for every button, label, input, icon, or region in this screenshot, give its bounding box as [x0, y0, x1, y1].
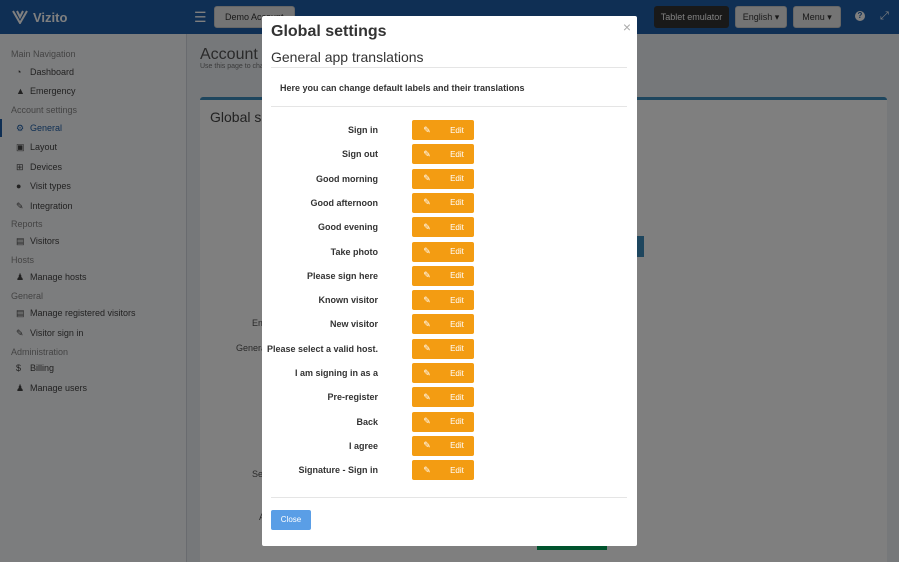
close-icon[interactable]: × — [623, 19, 631, 35]
translation-row: Sign out ✎ Edit — [262, 144, 637, 165]
edit-label: Edit — [450, 222, 464, 232]
translation-row: Known visitor ✎ Edit — [262, 290, 637, 311]
edit-icon: ✎ — [423, 221, 431, 232]
edit-icon: ✎ — [423, 270, 431, 281]
edit-icon: ✎ — [423, 197, 431, 208]
edit-label: Edit — [450, 125, 464, 135]
edit-icon: ✎ — [423, 343, 431, 354]
translation-label: Sign out — [342, 149, 378, 160]
translation-row: Signature - Sign in ✎ Edit — [262, 460, 637, 481]
translation-label: Back — [356, 416, 378, 427]
edit-button[interactable]: ✎ Edit — [412, 192, 474, 213]
translation-label: Known visitor — [318, 295, 378, 306]
translation-row: New visitor ✎ Edit — [262, 314, 637, 335]
close-button[interactable]: Close — [271, 510, 311, 530]
edit-label: Edit — [450, 441, 464, 451]
modal-subtitle: General app translations — [271, 49, 424, 65]
translation-label: I am signing in as a — [294, 368, 378, 378]
edit-label: Edit — [450, 149, 464, 159]
translation-row: Pre-register ✎ Edit — [262, 387, 637, 408]
translation-label: Signature - Sign in — [298, 465, 378, 476]
translation-label: Pre-register — [327, 392, 378, 403]
translation-label: Please select a valid host. — [266, 343, 378, 354]
edit-button[interactable]: ✎ Edit — [412, 241, 474, 262]
translation-label: Good evening — [317, 222, 378, 233]
translation-label: Good morning — [316, 173, 378, 184]
edit-label: Edit — [450, 319, 464, 329]
edit-icon: ✎ — [423, 367, 431, 378]
edit-icon: ✎ — [423, 173, 431, 184]
edit-label: Edit — [450, 271, 464, 281]
translation-row: Good morning ✎ Edit — [262, 168, 637, 189]
edit-button[interactable]: ✎ Edit — [412, 120, 474, 140]
translation-label: Please sign here — [306, 270, 378, 281]
edit-icon: ✎ — [423, 124, 431, 135]
edit-button[interactable]: ✎ Edit — [412, 314, 474, 335]
translation-row: I agree ✎ Edit — [262, 435, 637, 456]
global-settings-modal: Global settings × General app translatio… — [262, 16, 637, 546]
edit-label: Edit — [450, 392, 464, 402]
translation-label: I agree — [348, 440, 378, 451]
edit-label: Edit — [450, 417, 464, 427]
translation-row: Take photo ✎ Edit — [262, 241, 637, 262]
edit-button[interactable]: ✎ Edit — [412, 435, 474, 456]
edit-icon: ✎ — [423, 391, 431, 402]
edit-button[interactable]: ✎ Edit — [412, 144, 474, 165]
edit-icon: ✎ — [423, 416, 431, 427]
edit-label: Edit — [450, 174, 464, 184]
divider — [271, 497, 627, 498]
translation-label: New visitor — [329, 319, 378, 330]
edit-label: Edit — [450, 247, 464, 256]
edit-button[interactable]: ✎ Edit — [412, 338, 474, 359]
edit-icon: ✎ — [423, 148, 431, 159]
edit-button[interactable]: ✎ Edit — [412, 217, 474, 238]
translation-row: Good evening ✎ Edit — [262, 217, 637, 238]
edit-button[interactable]: ✎ Edit — [412, 363, 474, 383]
edit-label: Edit — [450, 465, 464, 475]
translation-label: Take photo — [330, 246, 378, 257]
translation-label: Sign in — [348, 125, 378, 135]
modal-description: Here you can change default labels and t… — [280, 83, 525, 93]
edit-label: Edit — [450, 344, 464, 354]
edit-icon: ✎ — [423, 440, 431, 451]
edit-icon: ✎ — [423, 246, 431, 256]
edit-label: Edit — [450, 198, 464, 208]
translation-label: Good afternoon — [310, 197, 379, 208]
translation-row: Good afternoon ✎ Edit — [262, 192, 637, 213]
edit-icon: ✎ — [423, 464, 431, 475]
edit-button[interactable]: ✎ Edit — [412, 460, 474, 481]
edit-button[interactable]: ✎ Edit — [412, 265, 474, 286]
translation-row: Please select a valid host. ✎ Edit — [262, 338, 637, 359]
edit-button[interactable]: ✎ Edit — [412, 387, 474, 408]
translation-row: Back ✎ Edit — [262, 411, 637, 432]
edit-button[interactable]: ✎ Edit — [412, 168, 474, 189]
divider — [271, 67, 627, 68]
edit-label: Edit — [450, 368, 464, 378]
edit-icon: ✎ — [423, 318, 431, 329]
translation-row: I am signing in as a ✎ Edit — [262, 363, 637, 383]
edit-button[interactable]: ✎ Edit — [412, 411, 474, 432]
edit-label: Edit — [450, 295, 464, 305]
modal-title: Global settings — [271, 23, 387, 40]
translation-row: Sign in ✎ Edit — [262, 120, 637, 140]
translation-row: Please sign here ✎ Edit — [262, 265, 637, 286]
edit-icon: ✎ — [423, 294, 431, 305]
divider — [271, 106, 627, 107]
edit-button[interactable]: ✎ Edit — [412, 290, 474, 311]
